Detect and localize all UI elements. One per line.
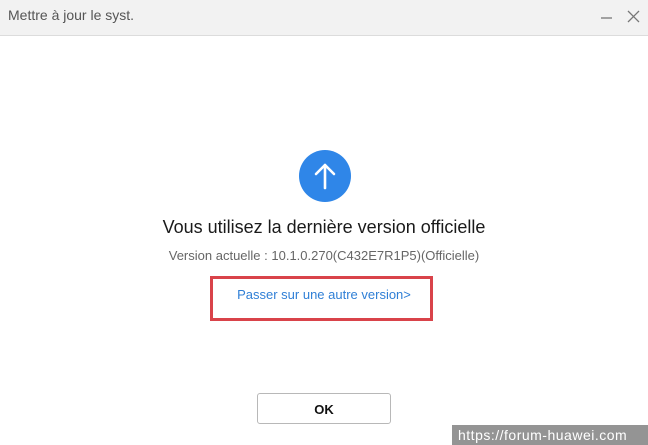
update-status-icon	[299, 150, 351, 202]
watermark: https://forum-huawei.com	[452, 425, 648, 445]
ok-button[interactable]: OK	[257, 393, 391, 424]
status-headline: Vous utilisez la dernière version offici…	[162, 217, 486, 237]
minimize-icon	[601, 17, 612, 19]
title-bar: Mettre à jour le syst.	[0, 0, 648, 36]
current-version-text: Version actuelle : 10.1.0.270(C432E7R1P5…	[168, 248, 480, 263]
switch-version-link[interactable]: Passer sur une autre version>	[0, 287, 648, 302]
arrow-up-icon	[314, 163, 336, 190]
update-dialog: Mettre à jour le syst. Vous utilisez la …	[0, 0, 648, 445]
window-title: Mettre à jour le syst.	[8, 7, 135, 23]
close-icon	[627, 10, 640, 23]
close-button[interactable]	[625, 8, 643, 26]
minimize-button[interactable]	[598, 8, 616, 26]
